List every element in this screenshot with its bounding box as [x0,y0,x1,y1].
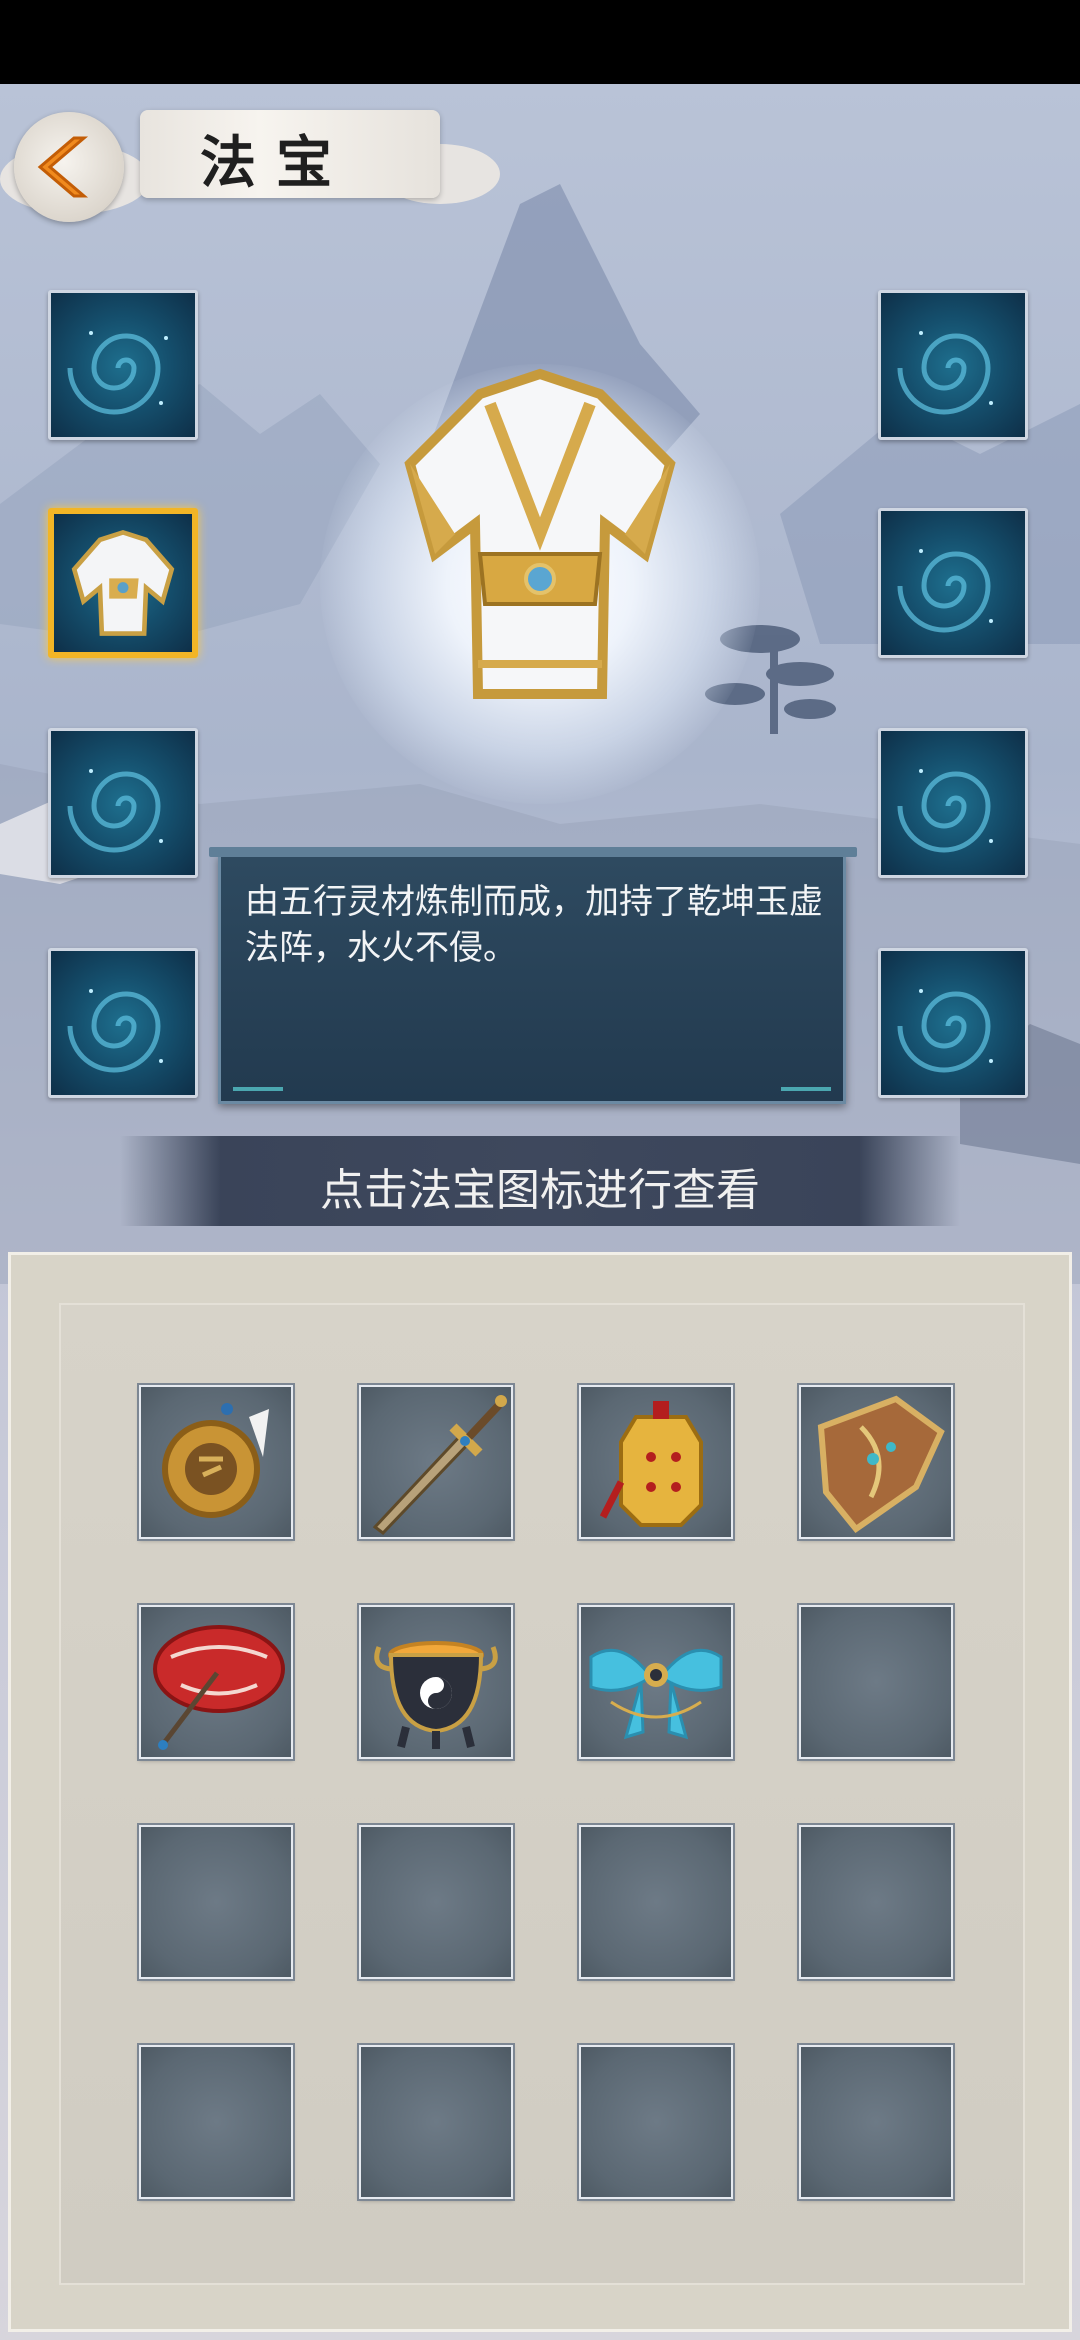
golden-seal-pendant-icon [162,1403,269,1518]
equip-slot-left-4[interactable] [48,948,198,1098]
page-title: 法宝 [200,130,352,196]
game-scene: 法宝 由五行灵材炼制而成，加持了乾坤玉虚法阵，水火不侵。 点击法宝图标进行查看 [0,84,1080,2340]
equip-slot-right-4[interactable] [878,948,1028,1098]
panel-corner-decoration [781,1087,831,1091]
inventory-slot-14[interactable] [359,2045,513,2199]
equip-slot-left-2[interactable] [48,508,198,658]
swirl-portal-icon [897,549,993,633]
inventory-slot-3[interactable] [579,1385,733,1539]
inventory-slot-8[interactable] [799,1605,953,1759]
panel-corner-decoration [233,1087,283,1091]
header: 法宝 [0,84,520,234]
inventory-slot-7[interactable] [579,1605,733,1759]
inventory-slot-6[interactable] [359,1605,513,1759]
back-arrow-icon [37,136,89,198]
sword-icon [372,1395,507,1535]
red-umbrella-icon [153,1625,285,1750]
blue-silk-sash-icon [589,1648,723,1740]
equip-slot-right-3[interactable] [878,728,1028,878]
swirl-portal-icon [897,989,993,1073]
hint-text: 点击法宝图标进行查看 [320,1165,760,1216]
equip-slot-right-2[interactable] [878,508,1028,658]
swirl-portal-icon [897,331,993,415]
inventory-slot-4[interactable] [799,1385,953,1539]
bronze-shield-icon [817,1395,945,1534]
inventory-slot-15[interactable] [579,2045,733,2199]
inventory-slot-16[interactable] [799,2045,953,2199]
inventory-slot-2[interactable] [359,1385,513,1539]
swirl-portal-icon [67,769,163,853]
inventory-slot-1[interactable] [139,1385,293,1539]
item-description-panel: 由五行灵材炼制而成，加持了乾坤玉虚法阵，水火不侵。 [209,847,857,1104]
inventory-slot-9[interactable] [139,1825,293,1979]
golden-bell-icon [599,1401,703,1527]
white-gold-robe-icon [71,529,175,636]
swirl-portal-icon [67,331,168,415]
back-button[interactable] [14,112,124,222]
inventory-slot-11[interactable] [579,1825,733,1979]
item-description: 由五行灵材炼制而成，加持了乾坤玉虚法阵，水火不侵。 [245,882,823,968]
inventory-grid [59,1303,1025,2285]
inventory-panel [8,1252,1072,2332]
swirl-portal-icon [897,769,993,853]
inventory-slot-12[interactable] [799,1825,953,1979]
yin-yang-cauldron-icon [374,1641,498,1749]
inventory-slot-5[interactable] [139,1605,293,1759]
inventory-slot-10[interactable] [359,1825,513,1979]
equip-slot-right-1[interactable] [878,290,1028,440]
equip-slot-left-3[interactable] [48,728,198,878]
inventory-slot-13[interactable] [139,2045,293,2199]
panel-top-bar [209,847,857,857]
hint-bar: 点击法宝图标进行查看 [120,1136,960,1226]
swirl-portal-icon [67,989,163,1073]
status-bar [0,0,1080,84]
equip-slot-left-1[interactable] [48,290,198,440]
white-gold-robe-icon [404,368,676,699]
